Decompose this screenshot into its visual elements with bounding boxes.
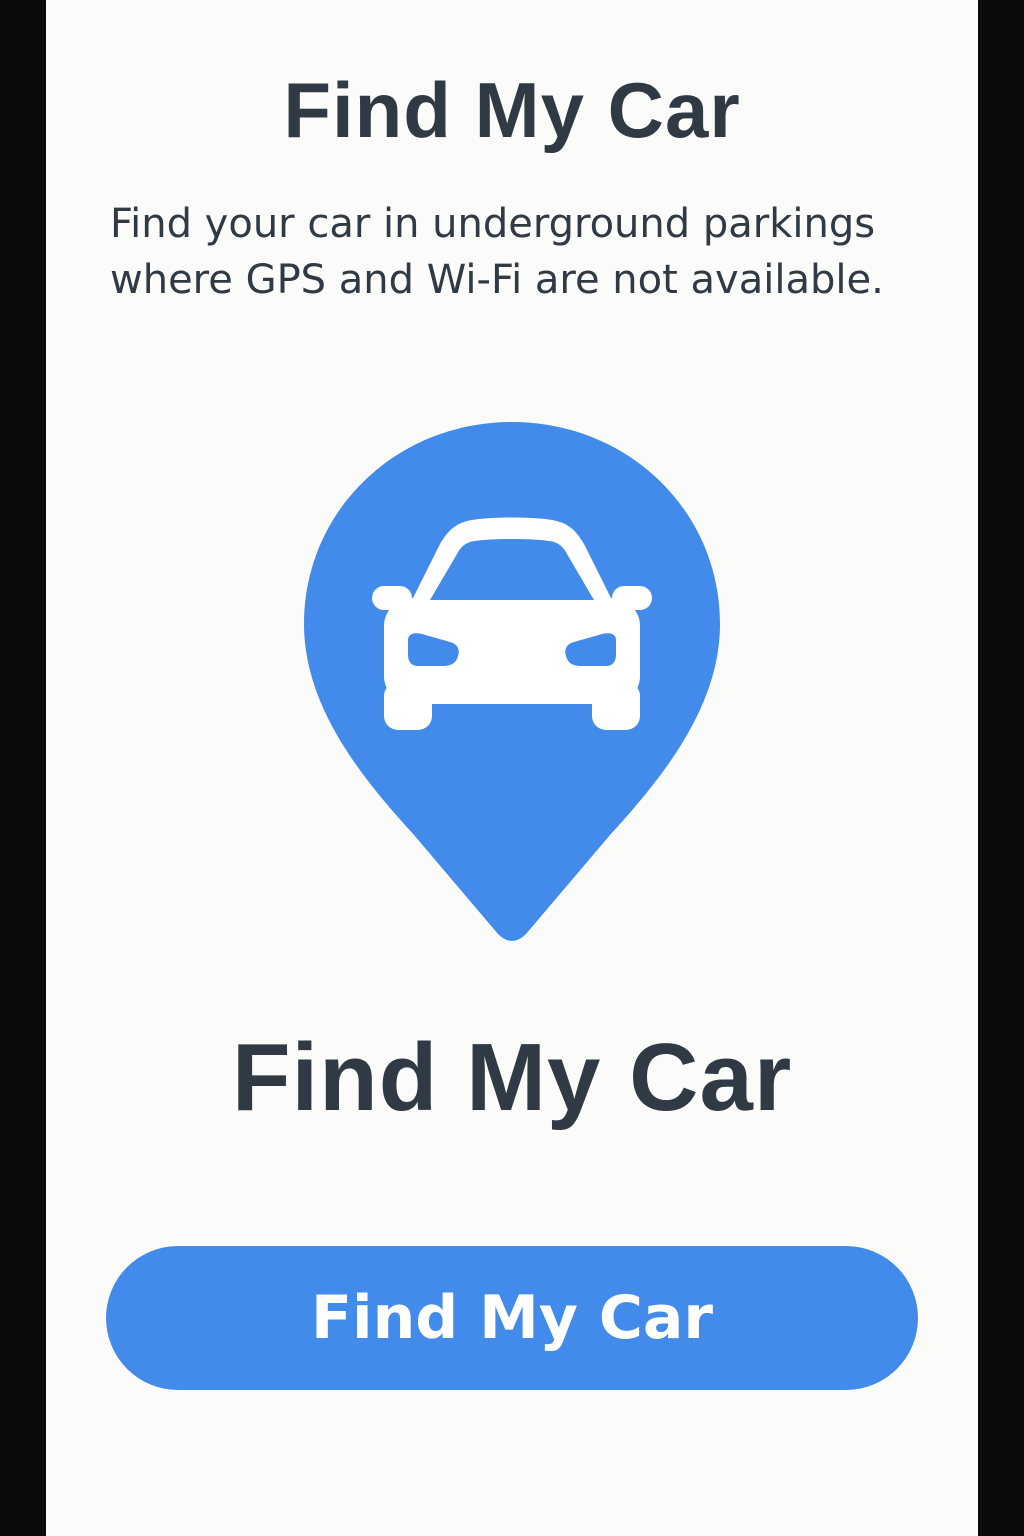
app-screen: Find My Car Find your car in underground…: [46, 0, 978, 1536]
page-title: Find My Car: [283, 66, 741, 154]
page-description: Find your car in underground parkings wh…: [110, 196, 930, 308]
device-frame: Find My Car Find your car in underground…: [0, 0, 1024, 1536]
description-line-1: Find your car in underground parkings: [110, 201, 876, 247]
car-location-pin-icon: [304, 422, 720, 941]
description-line-2: where GPS and Wi-Fi are not available.: [110, 257, 884, 303]
find-my-car-button[interactable]: Find My Car: [106, 1246, 918, 1390]
app-name-heading: Find My Car: [231, 1024, 793, 1131]
